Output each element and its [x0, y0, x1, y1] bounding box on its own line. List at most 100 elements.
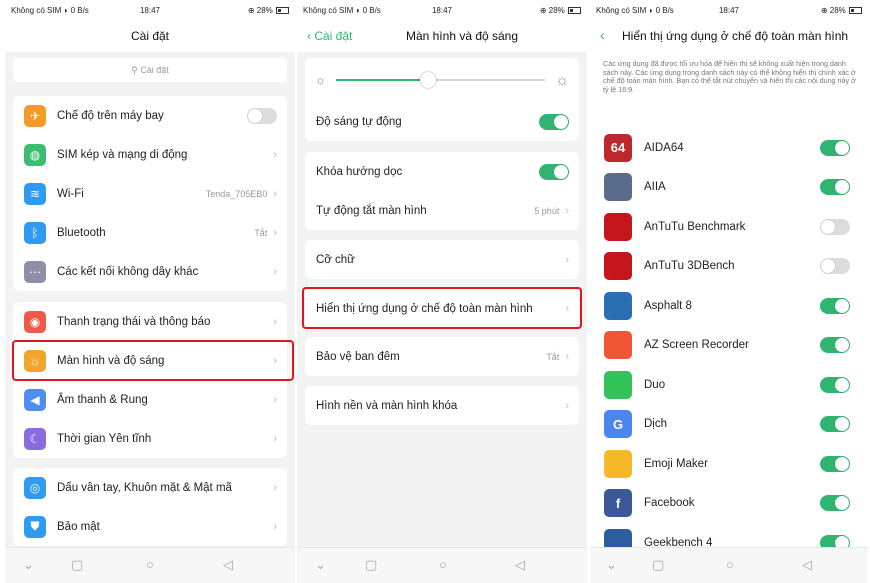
- chevron-down-icon[interactable]: ⌄: [606, 557, 617, 573]
- back-icon[interactable]: ◁: [223, 557, 233, 573]
- brightness-fill: [336, 79, 429, 81]
- recent-apps-icon[interactable]: ▢: [365, 557, 377, 573]
- chevron-down-icon[interactable]: ⌄: [315, 557, 326, 573]
- app-fullscreen-toggle[interactable]: [820, 337, 850, 354]
- app-fullscreen-toggle[interactable]: [820, 179, 850, 196]
- fullscreen-apps-row[interactable]: Hiển thị ứng dụng ở chế độ toàn màn hình…: [305, 289, 579, 328]
- wifi-row[interactable]: ≋ Wi-Fi Tenda_705EB0 ›: [13, 174, 287, 213]
- portrait-lock-row[interactable]: Khóa hướng dọc: [305, 152, 579, 191]
- app-row[interactable]: Asphalt 8: [590, 286, 868, 326]
- app-row[interactable]: AnTuTu 3DBench: [590, 247, 868, 287]
- chevron-right-icon: ›: [273, 520, 277, 533]
- home-icon[interactable]: ○: [726, 557, 734, 572]
- app-row[interactable]: 64 AIDA64: [590, 128, 868, 168]
- app-name: Duo: [644, 378, 666, 391]
- other-connections-label: Các kết nối không dây khác: [57, 265, 199, 278]
- search-input[interactable]: ⚲ Cài đặt: [13, 58, 287, 82]
- app-name: AZ Screen Recorder: [644, 339, 749, 352]
- wallpaper-group: Hình nền và màn hình khóa ›: [305, 386, 579, 425]
- fullscreen-apps-label: Hiển thị ứng dụng ở chế độ toàn màn hình: [316, 302, 533, 315]
- recent-apps-icon[interactable]: ▢: [652, 557, 664, 573]
- auto-brightness-toggle[interactable]: [539, 113, 569, 130]
- title-bar: ‹ Hiển thị ứng dụng ở chế độ toàn màn hì…: [590, 22, 868, 52]
- aiia-icon: [604, 173, 632, 202]
- night-shield-group: Bảo vệ ban đêm Tắt ›: [305, 337, 579, 376]
- back-icon[interactable]: ◁: [515, 557, 525, 573]
- recent-apps-icon[interactable]: ▢: [71, 557, 83, 573]
- app-fullscreen-toggle[interactable]: [820, 297, 850, 314]
- app-list: 64 AIDA64 AIIA AnTuTu Benchmark AnTuTu 3DBen…: [590, 128, 868, 563]
- az-recorder-icon: [604, 331, 632, 360]
- app-row[interactable]: AZ Screen Recorder: [590, 326, 868, 366]
- night-shield-row[interactable]: Bảo vệ ban đêm Tắt ›: [305, 337, 579, 376]
- emoji-icon: [604, 449, 632, 478]
- status-bar: Không có SIM ◗ 0 B/s 18:47 ⊕ 28%: [5, 0, 295, 22]
- auto-brightness-row[interactable]: Độ sáng tự động: [305, 102, 579, 141]
- chevron-right-icon: ›: [565, 204, 569, 217]
- chevron-down-icon[interactable]: ⌄: [23, 557, 34, 573]
- back-button[interactable]: ‹: [600, 27, 605, 43]
- quiet-time-label: Thời gian Yên tĩnh: [57, 432, 152, 445]
- page-title: Màn hình và độ sáng: [405, 29, 519, 43]
- chevron-left-icon: ‹: [600, 27, 605, 43]
- back-icon[interactable]: ◁: [802, 557, 812, 573]
- sound-row[interactable]: ◀ Âm thanh & Rung ›: [13, 380, 287, 419]
- auto-sleep-row[interactable]: Tự động tắt màn hình 5 phút ›: [305, 191, 579, 230]
- app-fullscreen-toggle[interactable]: [820, 258, 850, 275]
- app-name: AnTuTu Benchmark: [644, 220, 746, 233]
- title-bar: ‹ Cài đặt Màn hình và độ sáng: [297, 22, 587, 52]
- speaker-icon: ◀: [24, 388, 46, 411]
- airplane-mode-toggle[interactable]: [247, 107, 277, 124]
- app-row[interactable]: AnTuTu Benchmark: [590, 207, 868, 247]
- wallpaper-row[interactable]: Hình nền và màn hình khóa ›: [305, 386, 579, 425]
- home-icon[interactable]: ○: [146, 557, 154, 572]
- fullscreen-apps-screen: Không có SIM ◗ 0 B/s 18:47 ⊕ 28% ‹ Hiển …: [590, 0, 868, 583]
- sound-label: Âm thanh & Rung: [57, 393, 148, 406]
- app-fullscreen-toggle[interactable]: [820, 376, 850, 393]
- app-fullscreen-toggle[interactable]: [820, 416, 850, 433]
- orientation-group: Khóa hướng dọc Tự động tắt màn hình 5 ph…: [305, 152, 579, 230]
- nav-bar: ⌄ ▢ ○ ◁: [297, 547, 587, 583]
- notification-bar-row[interactable]: ◉ Thanh trạng thái và thông báo ›: [13, 302, 287, 341]
- dual-sim-row[interactable]: ◍ SIM kép và mạng di động ›: [13, 135, 287, 174]
- brightness-slider[interactable]: [336, 72, 546, 88]
- app-name: Emoji Maker: [644, 457, 708, 470]
- other-connections-row[interactable]: ⋯ Các kết nối không dây khác ›: [13, 252, 287, 291]
- status-bar: Không có SIM ◗ 0 B/s 18:47 ⊕ 28%: [590, 0, 868, 22]
- bluetooth-row[interactable]: ᛒ Bluetooth Tắt ›: [13, 213, 287, 252]
- chevron-right-icon: ›: [273, 265, 277, 278]
- home-icon[interactable]: ○: [439, 557, 447, 572]
- globe-icon: ◍: [24, 143, 46, 166]
- app-row[interactable]: f Facebook: [590, 484, 868, 524]
- wifi-value: Tenda_705EB0: [205, 188, 268, 199]
- airplane-icon: ✈: [24, 104, 46, 127]
- battery-icon: [276, 7, 289, 14]
- display-brightness-label: Màn hình và độ sáng: [57, 354, 165, 367]
- airplane-mode-row[interactable]: ✈ Chế độ trên máy bay: [13, 96, 287, 135]
- chevron-right-icon: ›: [565, 350, 569, 363]
- display-brightness-row[interactable]: ☼ Màn hình và độ sáng ›: [13, 341, 287, 380]
- wifi-icon: ≋: [24, 182, 46, 205]
- security-row[interactable]: ⛊ Bảo mật ›: [13, 507, 287, 546]
- airplane-mode-label: Chế độ trên máy bay: [57, 109, 164, 122]
- notification-icon: ◉: [24, 310, 46, 333]
- app-row[interactable]: AIIA: [590, 168, 868, 208]
- app-row[interactable]: Duo: [590, 365, 868, 405]
- font-size-row[interactable]: Cỡ chữ ›: [305, 240, 579, 279]
- brightness-knob[interactable]: [420, 72, 437, 88]
- app-row[interactable]: Emoji Maker: [590, 444, 868, 484]
- portrait-lock-label: Khóa hướng dọc: [316, 165, 403, 178]
- auto-sleep-value: 5 phút: [534, 205, 560, 216]
- app-fullscreen-toggle[interactable]: [820, 218, 850, 235]
- fingerprint-icon: ◎: [24, 476, 46, 499]
- app-fullscreen-toggle[interactable]: [820, 139, 850, 156]
- display-brightness-screen: Không có SIM ◗ 0 B/s 18:47 ⊕ 28% ‹ Cài đ…: [297, 0, 587, 583]
- app-row[interactable]: G Dịch: [590, 405, 868, 445]
- quiet-time-row[interactable]: ☾ Thời gian Yên tĩnh ›: [13, 419, 287, 458]
- antutu-icon: [604, 212, 632, 241]
- app-fullscreen-toggle[interactable]: [820, 495, 850, 512]
- app-name: Asphalt 8: [644, 299, 692, 312]
- app-fullscreen-toggle[interactable]: [820, 455, 850, 472]
- portrait-lock-toggle[interactable]: [539, 163, 569, 180]
- fingerprint-row[interactable]: ◎ Dấu vân tay, Khuôn mặt & Mật mã ›: [13, 468, 287, 507]
